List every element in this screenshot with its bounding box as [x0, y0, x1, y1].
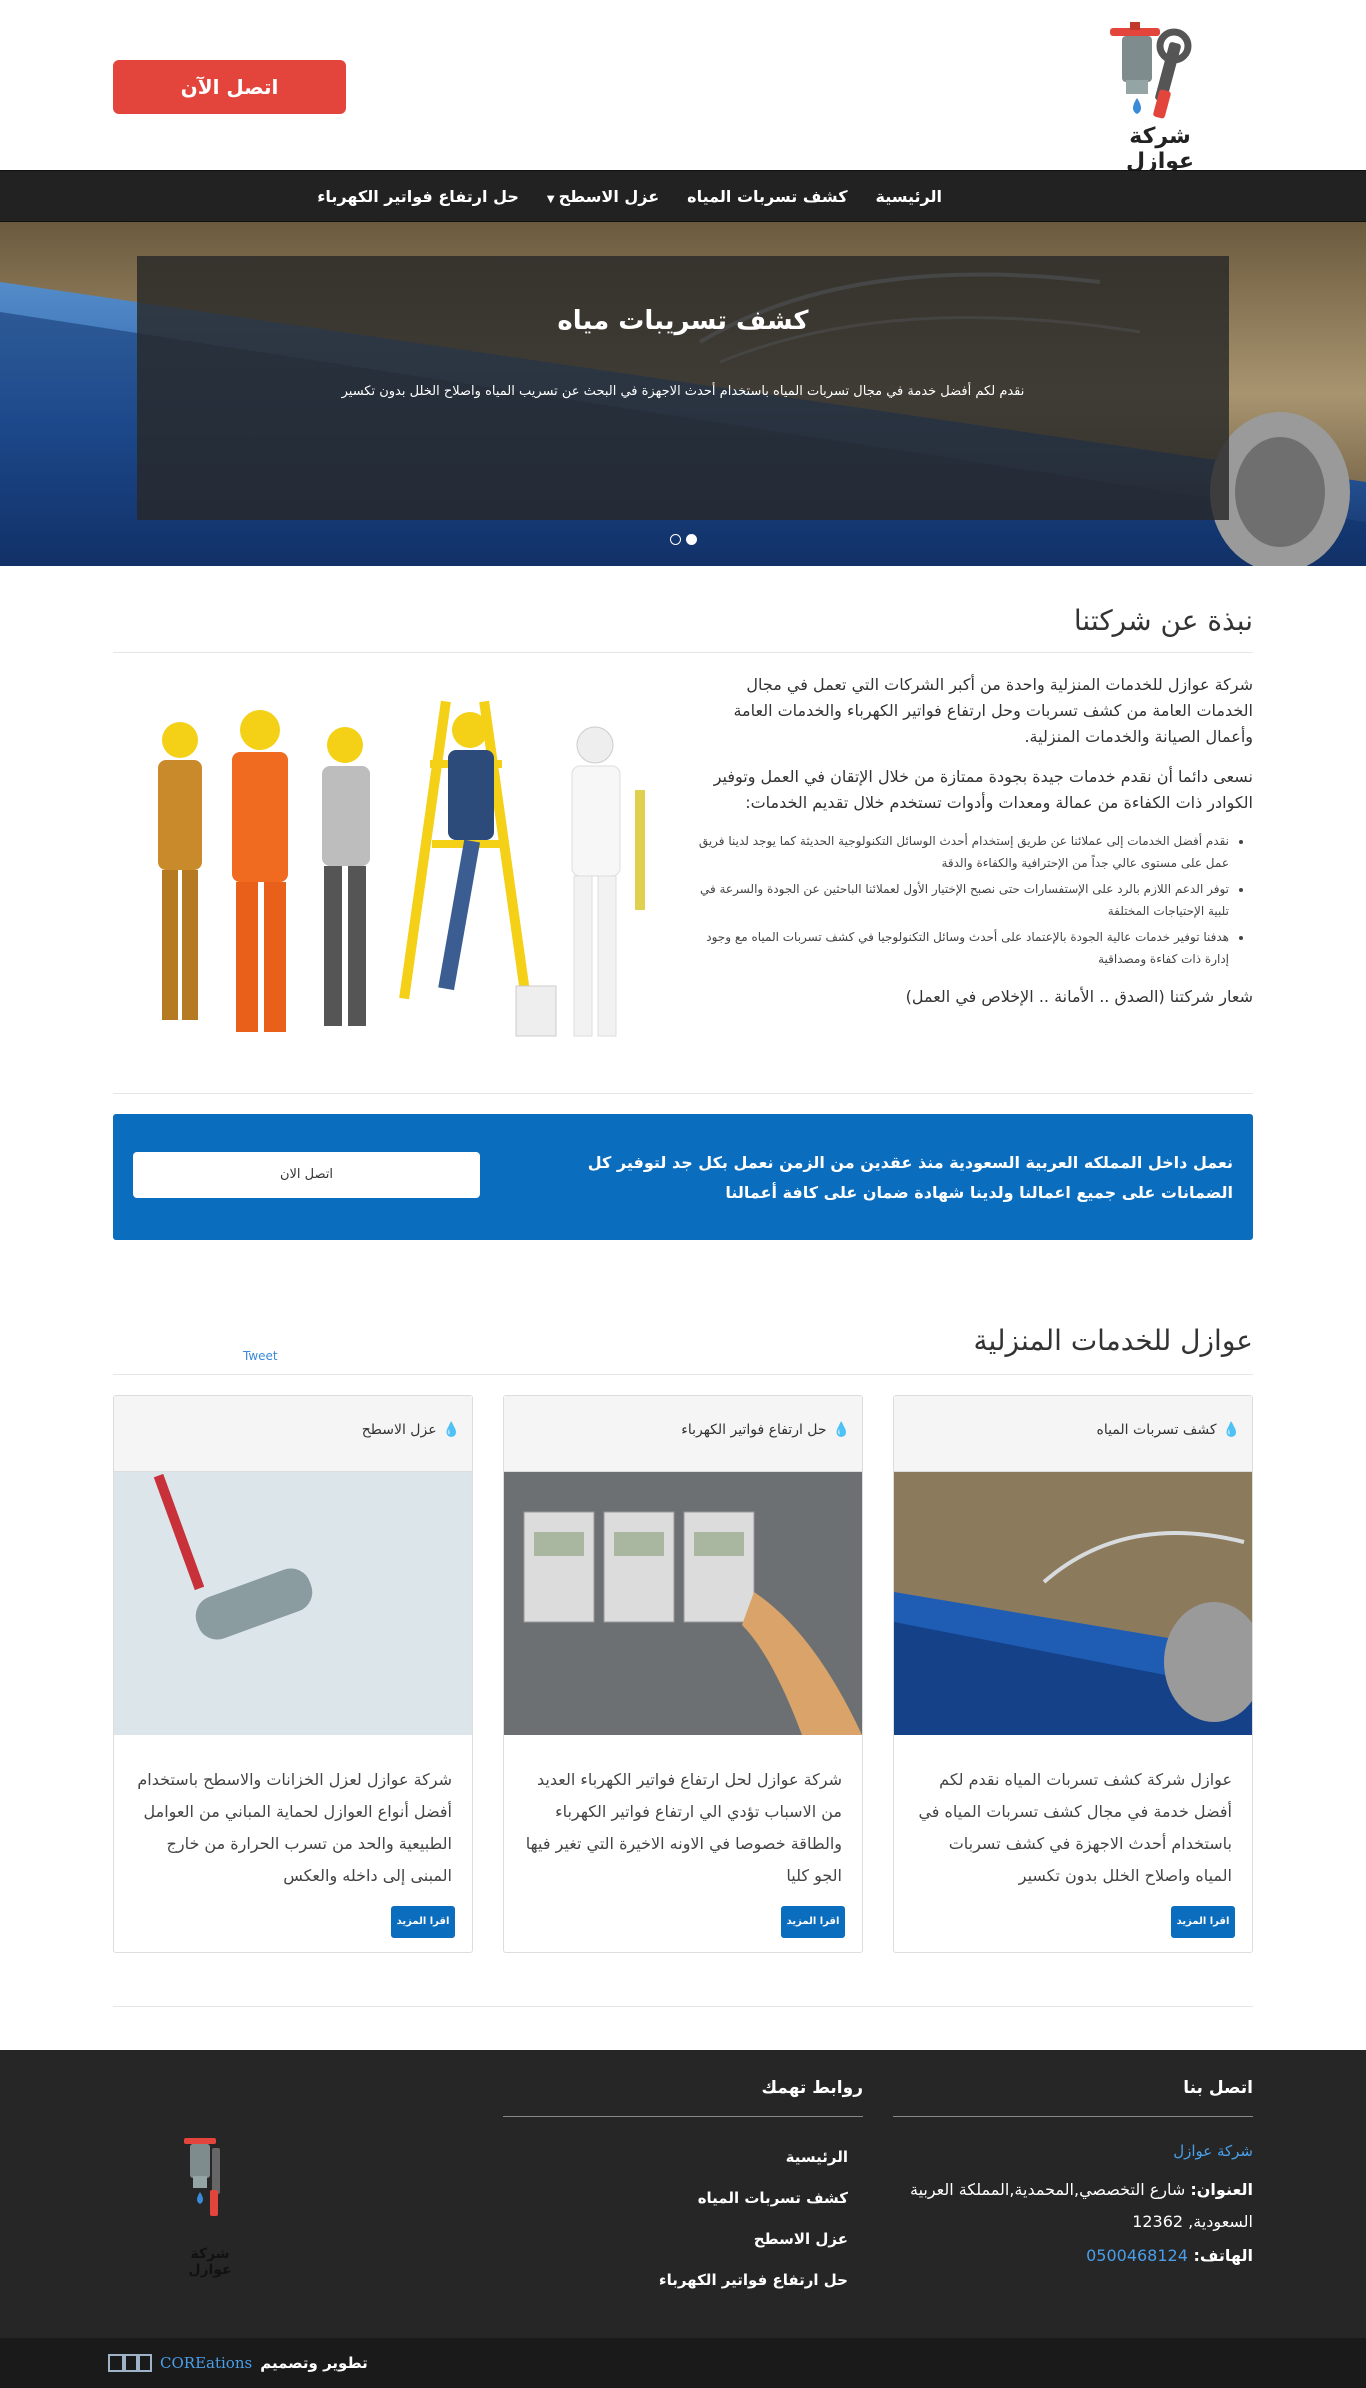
- read-more-button[interactable]: اقرا المزيد: [781, 1906, 845, 1938]
- footer-contact-title: اتصل بنا: [1183, 2078, 1253, 2098]
- water-drop-icon: 💧: [442, 1422, 460, 1438]
- about-paragraph-2: نسعى دائما أن نقدم خدمات جيدة بجودة ممتا…: [713, 767, 1253, 812]
- banner-text: نعمل داخل المملكه العربية السعودية منذ ع…: [587, 1153, 1233, 1202]
- divider: [113, 1374, 1253, 1375]
- card-image: [504, 1472, 862, 1735]
- footer-link-electric-bills[interactable]: حل ارتفاع فواتير الكهرباء: [659, 2271, 848, 2289]
- read-more-button[interactable]: اقرا المزيد: [391, 1906, 455, 1938]
- card-image: [894, 1472, 1252, 1735]
- nav-item-roof-insulation[interactable]: عزل الاسطح▼: [533, 171, 673, 223]
- site-footer: اتصل بنا شركة عوازل العنوان: شارع التخصص…: [0, 2050, 1366, 2338]
- workers-image: [140, 690, 670, 1074]
- logo-text: شركة عوازل: [1125, 124, 1195, 174]
- hero-title: كشف تسريبات مياه: [557, 306, 809, 336]
- credit-bar: تطوير وتصميم COREations: [0, 2338, 1366, 2388]
- coreations-logo-icon: [108, 2354, 152, 2372]
- card-image: [114, 1472, 472, 1735]
- hero-caption-box: كشف تسريبات مياه نقدم لكم أفضل خدمة في م…: [137, 256, 1229, 520]
- card-title: 💧 عزل الاسطح: [362, 1422, 460, 1438]
- footer-company-link[interactable]: شركة عوازل: [1173, 2142, 1253, 2160]
- card-header: 💧 حل ارتفاع فواتير الكهرباء: [504, 1396, 862, 1472]
- card-text: عوازل شركة كشف تسربات المياه نقدم لكم أف…: [918, 1770, 1232, 1885]
- card-title-text: عزل الاسطح: [361, 1422, 437, 1438]
- credit-brand-link[interactable]: COREations: [160, 2354, 252, 2372]
- footer-link-roof-insulation[interactable]: عزل الاسطح: [754, 2230, 848, 2248]
- footer-divider: [503, 2116, 863, 2117]
- credit-text: تطوير وتصميم: [260, 2354, 368, 2372]
- service-card-roof-insulation: 💧 عزل الاسطح شركة عوازل لعزل الخزانات وال…: [113, 1395, 473, 1953]
- nav-item-home[interactable]: الرئيسية: [862, 171, 957, 223]
- service-card-electric-bills: 💧 حل ارتفاع فواتير الكهرباء شركة عوازل لح…: [503, 1395, 863, 1953]
- about-title: نبذة عن شركتنا: [1073, 604, 1253, 637]
- list-item: هدفنا توفير خدمات عالية الجودة بالإعتماد…: [693, 926, 1229, 970]
- footer-address: العنوان: شارع التخصصي,المحمدية,المملكة ا…: [903, 2174, 1253, 2238]
- divider: [113, 652, 1253, 653]
- about-list: نقدم أفضل الخدمات إلى عملائنا عن طريق إس…: [693, 830, 1229, 970]
- phone-number[interactable]: 0500468124: [1086, 2246, 1188, 2265]
- hero-slider[interactable]: كشف تسريبات مياه نقدم لكم أفضل خدمة في م…: [0, 222, 1366, 566]
- contact-now-button[interactable]: اتصل الان: [133, 1152, 480, 1198]
- tweet-button[interactable]: Tweet: [243, 1349, 278, 1363]
- guarantee-banner: نعمل داخل المملكه العربية السعودية منذ ع…: [113, 1114, 1253, 1240]
- address-label: العنوان:: [1190, 2180, 1253, 2199]
- card-title: 💧 كشف تسربات المياه: [1096, 1422, 1240, 1438]
- slider-dot-2[interactable]: [686, 534, 697, 545]
- main-navbar: الرئيسية كشف تسربات المياه عزل الاسطح▼ ح…: [0, 170, 1366, 222]
- site-logo[interactable]: شركة عوازل: [1100, 20, 1220, 174]
- card-text: شركة عوازل لعزل الخزانات والاسطح باستخدا…: [137, 1770, 452, 1885]
- nav-item-label: الرئيسية: [875, 187, 943, 206]
- divider: [113, 2006, 1253, 2007]
- call-now-button[interactable]: اتصل الآن 0500468124: [113, 60, 346, 153]
- water-drop-icon: 💧: [832, 1422, 850, 1438]
- nav-item-label: كشف تسربات المياه: [687, 187, 848, 206]
- list-item: توفر الدعم اللازم بالرد على الإستفسارات …: [693, 878, 1229, 922]
- nav-item-electric-bills[interactable]: حل ارتفاع فواتير الكهرباء: [303, 171, 533, 223]
- footer-links-title: روابط تهمك: [761, 2078, 863, 2098]
- footer-logo: شركة عوازل: [170, 2134, 250, 2278]
- card-text: شركة عوازل لحل ارتفاع فواتير الكهرباء ال…: [525, 1770, 842, 1885]
- electric-meters-image: [504, 1472, 862, 1735]
- card-title-text: حل ارتفاع فواتير الكهرباء: [681, 1422, 827, 1438]
- phone-label: الهاتف:: [1193, 2246, 1253, 2265]
- about-paragraph-1: شركة عوازل للخدمات المنزلية واحدة من أكب…: [733, 675, 1253, 746]
- credit: تطوير وتصميم COREations: [108, 2352, 368, 2374]
- pipe-leak-image: [894, 1472, 1252, 1735]
- workers-illustration: [140, 690, 670, 1074]
- water-drop-icon: 💧: [1222, 1422, 1240, 1438]
- footer-logo-text: شركة عوازل: [188, 2246, 232, 2278]
- card-title-text: كشف تسربات المياه: [1096, 1422, 1217, 1438]
- about-slogan: شعار شركتنا (الصدق .. الأمانة .. الإخلاص…: [905, 987, 1253, 1006]
- list-item: نقدم أفضل الخدمات إلى عملائنا عن طريق إس…: [693, 830, 1229, 874]
- footer-link-leak-detection[interactable]: كشف تسربات المياه: [698, 2189, 848, 2207]
- hero-subtitle: نقدم لكم أفضل خدمة في مجال تسربات المياه…: [341, 384, 1025, 399]
- nav-item-label: حل ارتفاع فواتير الكهرباء: [317, 187, 519, 206]
- footer-phone: الهاتف: 0500468124: [1086, 2246, 1253, 2265]
- faucet-logo-icon: [184, 2138, 220, 2216]
- services-title: عوازل للخدمات المنزلية: [973, 1324, 1253, 1357]
- slider-dot-1[interactable]: [670, 534, 681, 545]
- footer-link-home[interactable]: الرئيسية: [786, 2148, 848, 2166]
- footer-divider: [893, 2116, 1253, 2117]
- site-header: شركة عوازل اتصل الآن 0500468124: [0, 0, 1366, 174]
- card-header: 💧 عزل الاسطح: [114, 1396, 472, 1472]
- caret-down-icon: ▼: [546, 194, 555, 205]
- nav-item-leak-detection[interactable]: كشف تسربات المياه: [673, 171, 861, 223]
- nav-list: الرئيسية كشف تسربات المياه عزل الاسطح▼ ح…: [303, 171, 956, 223]
- card-title: 💧 حل ارتفاع فواتير الكهرباء: [681, 1422, 850, 1438]
- divider: [113, 1093, 1253, 1094]
- about-text: شركة عوازل للخدمات المنزلية واحدة من أكب…: [693, 672, 1253, 1024]
- read-more-button[interactable]: اقرا المزيد: [1171, 1906, 1235, 1938]
- card-header: 💧 كشف تسربات المياه: [894, 1396, 1252, 1472]
- service-card-leak-detection: 💧 كشف تسربات المياه عوازل شركة كشف تسربات…: [893, 1395, 1253, 1953]
- faucet-logo-icon: [1110, 22, 1192, 119]
- nav-item-label: عزل الاسطح: [558, 187, 660, 206]
- paint-roller-image: [114, 1472, 472, 1735]
